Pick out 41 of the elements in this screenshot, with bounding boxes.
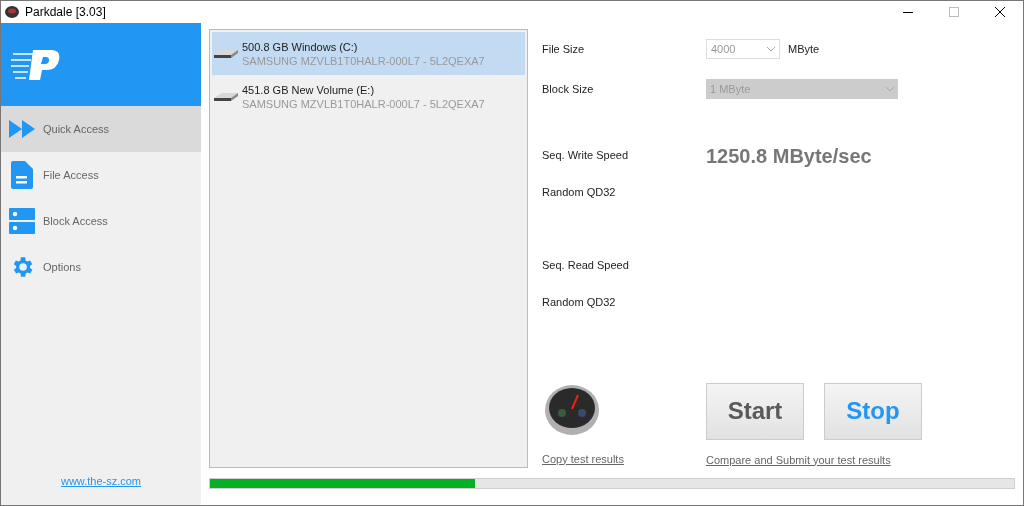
unit-label: MByte: [788, 41, 820, 57]
nav-item[interactable]: Block Access: [1, 198, 201, 244]
drive-model: SAMSUNG MZVLB1T0HALR-000L7 - 5L2QEXA7: [242, 96, 485, 111]
result-label: Seq. Write Speed: [542, 148, 629, 164]
nav-item[interactable]: Options: [1, 244, 201, 290]
start-button[interactable]: Start: [706, 382, 804, 440]
chevron-down-icon: [886, 86, 894, 92]
minimize-icon: [903, 11, 913, 13]
maximize-icon: [949, 7, 959, 17]
setting-label: Block Size: [542, 81, 595, 97]
drive-name: 451.8 GB New Volume (E:): [242, 82, 376, 97]
chevron-down-icon: [767, 46, 775, 52]
nav-item[interactable]: Quick Access: [1, 106, 201, 152]
speedometer-icon: [544, 382, 600, 435]
nav-label: Quick Access: [43, 121, 110, 137]
window-title: Parkdale [3.03]: [25, 4, 106, 21]
result-label: Random QD32: [542, 185, 617, 201]
nav-label: Options: [43, 259, 81, 275]
drive-icon: [214, 91, 238, 102]
fast-forward-icon: [9, 120, 35, 138]
nav-label: File Access: [43, 167, 99, 183]
result-label: Seq. Read Speed: [542, 258, 630, 274]
logo-icon: [11, 47, 61, 82]
nav-label: Block Access: [43, 213, 108, 229]
setting-label: File Size: [542, 41, 586, 57]
copy-results-link[interactable]: Copy test results: [542, 450, 706, 467]
drive-model: SAMSUNG MZVLB1T0HALR-000L7 - 5L2QEXA7: [242, 53, 485, 68]
close-icon: [995, 7, 1005, 17]
document-icon: [11, 161, 33, 189]
drive-item[interactable]: 500.8 GB Windows (C:) SAMSUNG MZVLB1T0HALR-000L7 - 5L2QEXA7: [212, 32, 525, 75]
result-label: Random QD32: [542, 295, 617, 311]
compare-results-link[interactable]: Compare and Submit your test results: [706, 451, 922, 468]
server-icon: [9, 208, 35, 234]
drive-item[interactable]: 451.8 GB New Volume (E:) SAMSUNG MZVLB1T0HALR-000L7 - 5L2QEXA7: [212, 75, 525, 118]
app-icon: [5, 6, 19, 18]
nav-item[interactable]: File Access: [1, 152, 201, 198]
dropdown[interactable]: 4000: [706, 39, 780, 59]
result-value: 1250.8 MByte/sec: [706, 143, 872, 169]
website-link[interactable]: www.the-sz.com: [60, 472, 142, 489]
drive-icon: [214, 48, 238, 59]
drive-name: 500.8 GB Windows (C:): [242, 39, 359, 54]
